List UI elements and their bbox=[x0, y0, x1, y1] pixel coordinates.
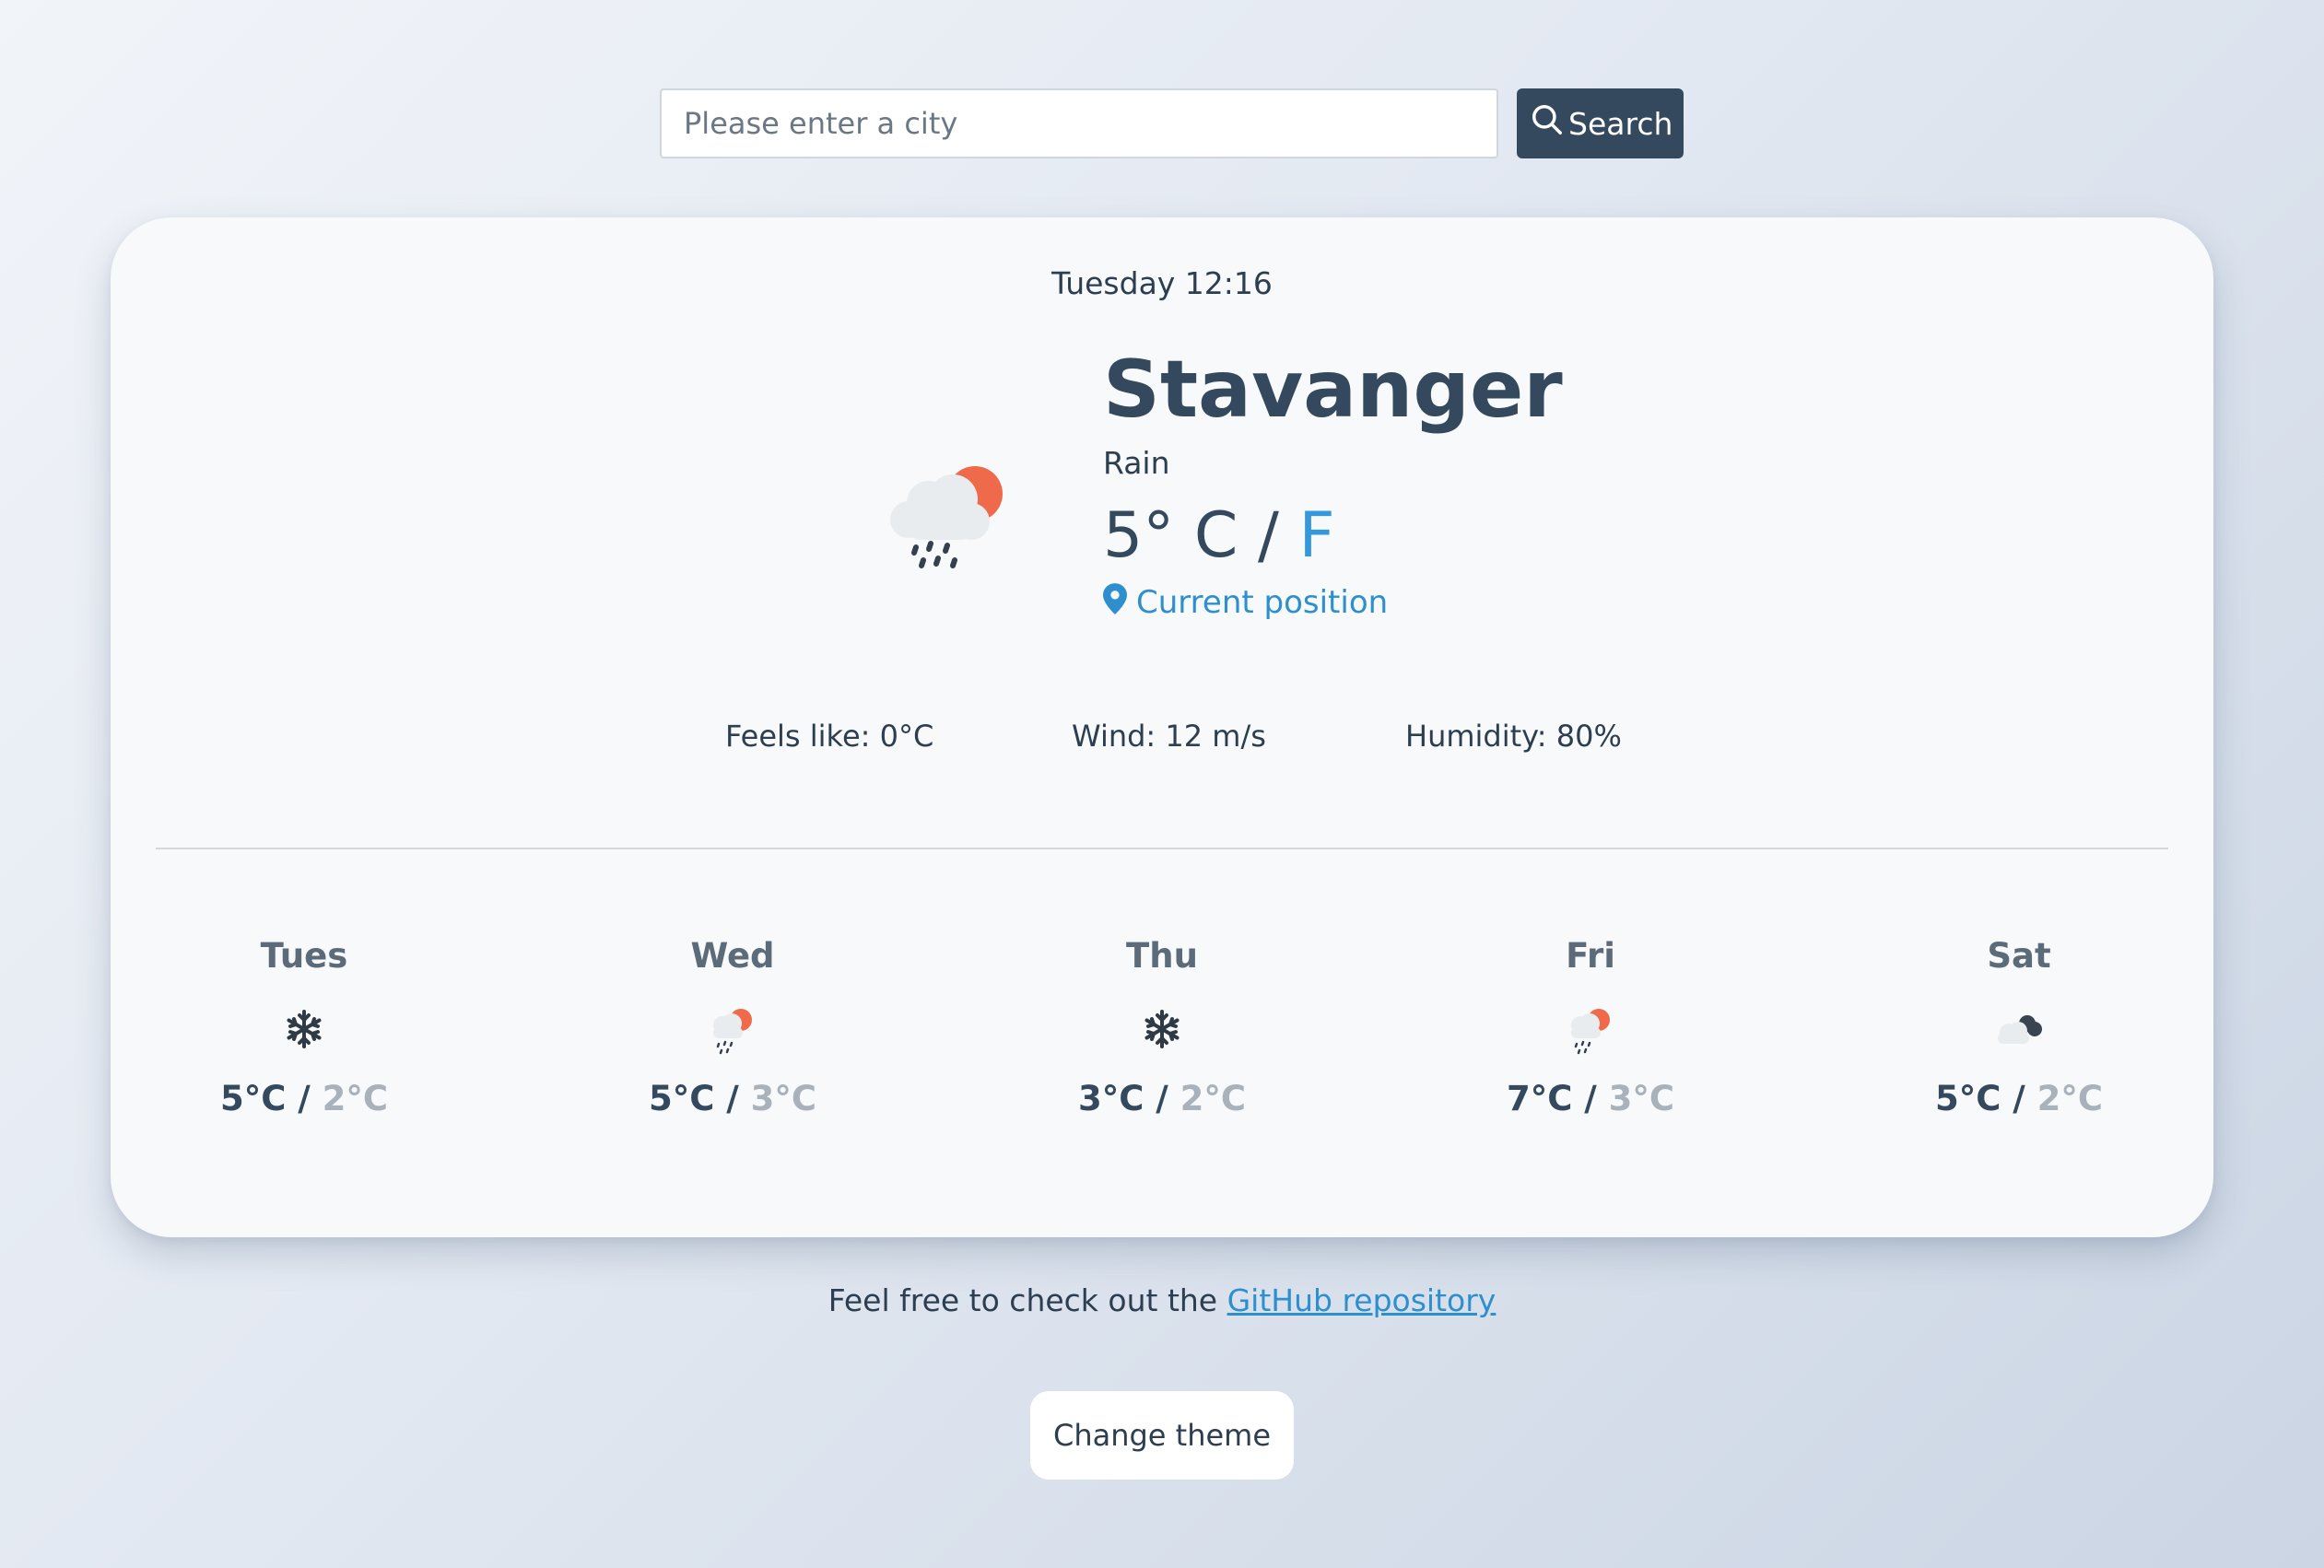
forecast-day-name: Tues bbox=[260, 936, 348, 976]
search-button-label: Search bbox=[1568, 105, 1673, 142]
forecast-row: Tues 5°C / 2°C Wed 5°C / 3°C Thu 3°C / 2… bbox=[111, 936, 2213, 1212]
search-button[interactable]: Search bbox=[1517, 88, 1684, 158]
forecast-temps: 3°C / 2°C bbox=[1077, 1079, 1247, 1118]
forecast-high: 5°C bbox=[648, 1079, 715, 1118]
cloud-rain-sun-icon bbox=[700, 1001, 765, 1057]
unit-separator: / bbox=[1238, 498, 1299, 572]
forecast-day: Tues 5°C / 2°C bbox=[194, 936, 415, 1118]
github-repository-link[interactable]: GitHub repository bbox=[1227, 1282, 1497, 1318]
location-pin-icon bbox=[1103, 582, 1127, 623]
footer-message: Feel free to check out the bbox=[827, 1282, 1227, 1318]
forecast-high: 5°C bbox=[1934, 1079, 2001, 1118]
current-datetime: Tuesday 12:16 bbox=[1051, 265, 1273, 301]
forecast-low: 3°C bbox=[1608, 1079, 1675, 1118]
snowflake-icon bbox=[1130, 1001, 1194, 1057]
search-bar: Search bbox=[660, 88, 1684, 158]
wind-speed: Wind: 12 m/s bbox=[1072, 719, 1266, 754]
snowflake-icon bbox=[272, 1001, 336, 1057]
weather-condition: Rain bbox=[1103, 444, 1170, 481]
forecast-temps: 7°C / 3°C bbox=[1506, 1079, 1675, 1118]
unit-fahrenheit-toggle[interactable]: F bbox=[1299, 499, 1335, 572]
forecast-day: Wed 5°C / 3°C bbox=[622, 936, 843, 1118]
forecast-low: 2°C bbox=[2036, 1079, 2104, 1118]
forecast-day-name: Thu bbox=[1126, 936, 1198, 976]
weather-card: Tuesday 12:16 Stavanger Rain 5° C / F Cu… bbox=[111, 217, 2213, 1237]
current-temperature: 5° C / F bbox=[1103, 499, 1563, 572]
forecast-day-name: Sat bbox=[1987, 936, 2051, 976]
current-position-link[interactable]: Current position bbox=[1103, 582, 1563, 623]
forecast-high: 7°C bbox=[1506, 1079, 1573, 1118]
footer-text: Feel free to check out the GitHub reposi… bbox=[0, 1282, 2324, 1318]
forecast-day: Thu 3°C / 2°C bbox=[1051, 936, 1273, 1118]
cloudy-icon bbox=[1987, 1001, 2051, 1057]
change-theme-button[interactable]: Change theme bbox=[1030, 1391, 1294, 1480]
cloud-rain-sun-icon bbox=[883, 448, 1030, 577]
forecast-temps: 5°C / 2°C bbox=[1934, 1079, 2104, 1118]
forecast-low: 2°C bbox=[1180, 1079, 1247, 1118]
forecast-day: Fri 7°C / 3°C bbox=[1480, 936, 1701, 1118]
current-position-label: Current position bbox=[1136, 584, 1389, 622]
forecast-day: Sat 5°C / 2°C bbox=[1908, 936, 2130, 1118]
cloud-rain-sun-icon bbox=[1558, 1001, 1623, 1057]
current-weather-info: Stavanger Rain 5° C / F Current position bbox=[1103, 346, 1563, 623]
forecast-high: 3°C bbox=[1077, 1079, 1144, 1118]
forecast-temps: 5°C / 2°C bbox=[219, 1079, 389, 1118]
forecast-temps: 5°C / 3°C bbox=[648, 1079, 817, 1118]
humidity: Humidity: 80% bbox=[1405, 719, 1622, 754]
forecast-day-name: Fri bbox=[1566, 936, 1615, 976]
unit-celsius[interactable]: C bbox=[1194, 499, 1238, 572]
forecast-low: 3°C bbox=[750, 1079, 817, 1118]
city-name: Stavanger bbox=[1103, 344, 1563, 436]
divider bbox=[156, 848, 2168, 849]
feels-like: Feels like: 0°C bbox=[725, 719, 934, 754]
forecast-low: 2°C bbox=[322, 1079, 389, 1118]
temperature-value: 5° bbox=[1103, 498, 1175, 572]
forecast-day-name: Wed bbox=[690, 936, 775, 976]
forecast-high: 5°C bbox=[219, 1079, 287, 1118]
city-search-input[interactable] bbox=[660, 88, 1498, 158]
search-icon bbox=[1530, 102, 1565, 145]
